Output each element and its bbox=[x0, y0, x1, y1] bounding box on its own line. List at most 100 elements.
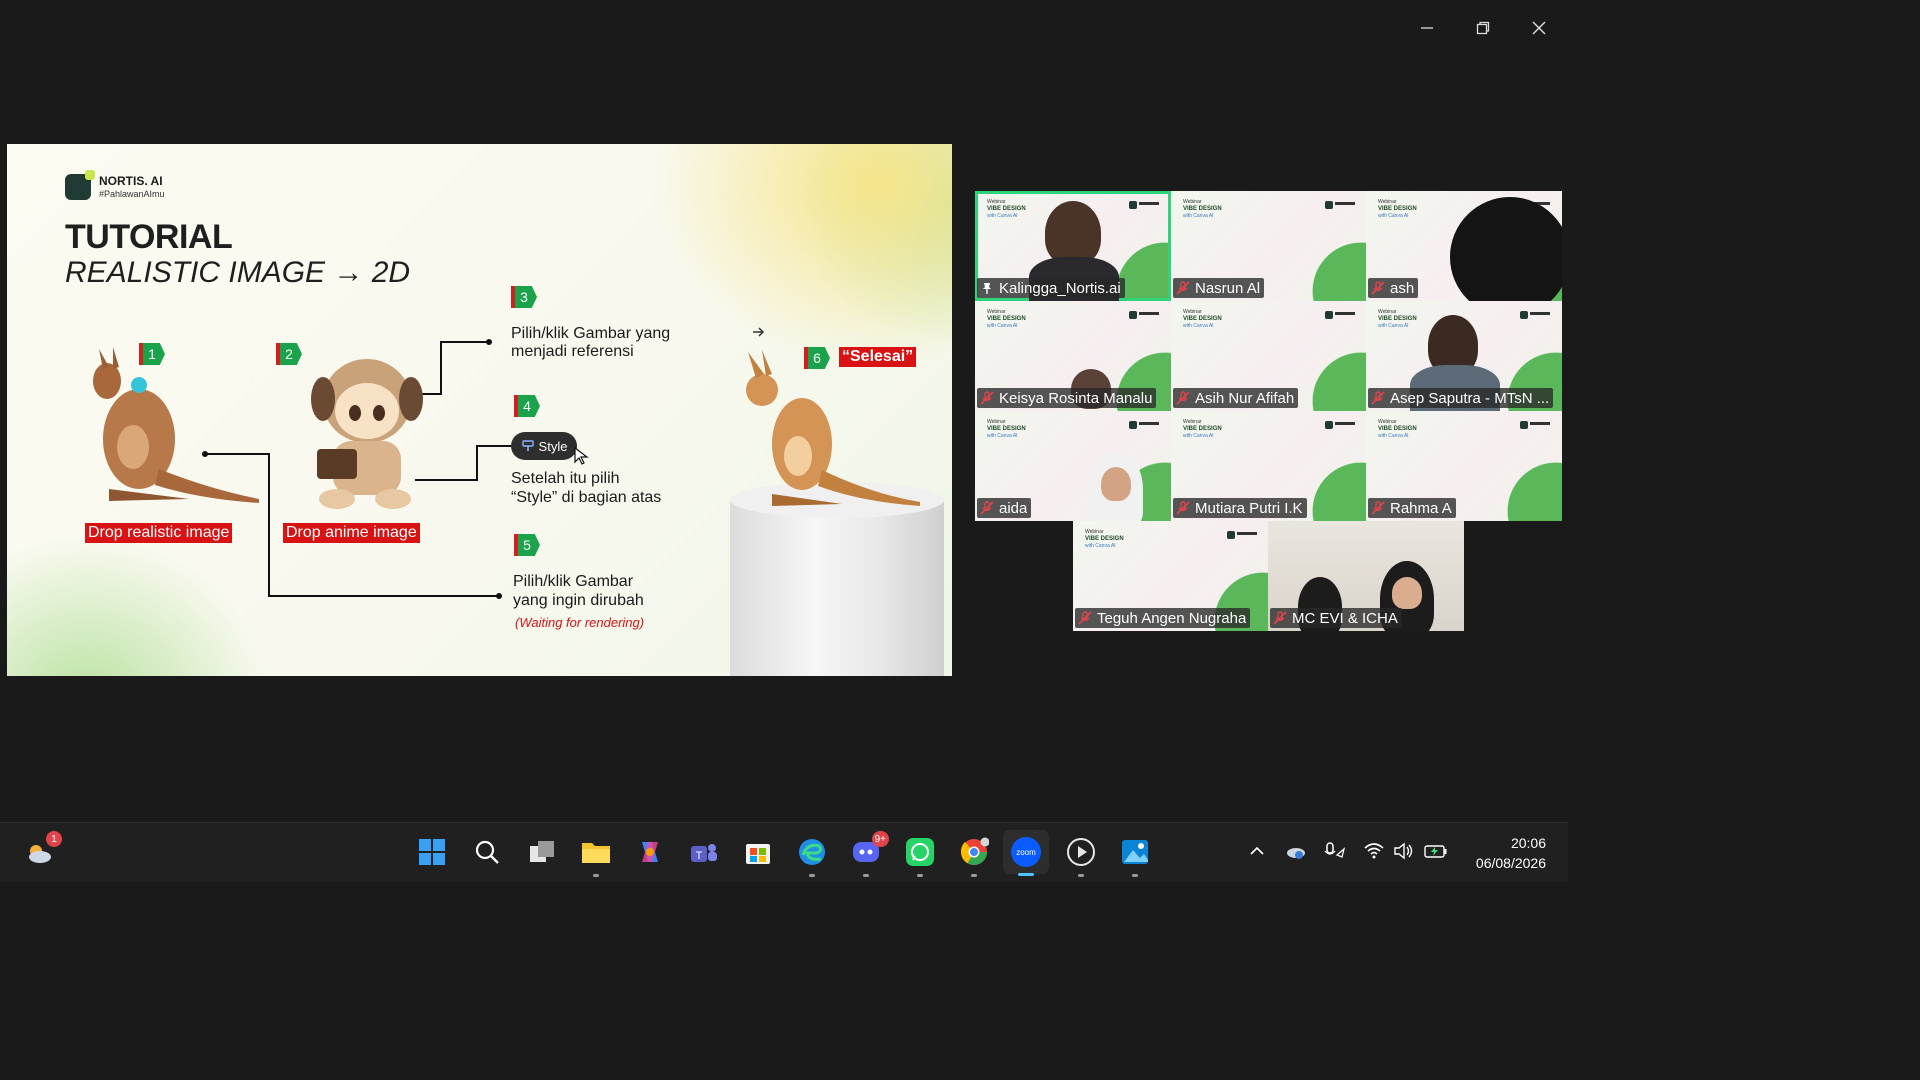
taskbar-file-explorer[interactable] bbox=[579, 835, 613, 877]
shared-screen: NORTIS. AI #PahlawanAImu TUTORIAL REALIS… bbox=[7, 144, 952, 676]
participant-video-face bbox=[1392, 577, 1422, 609]
task-view-button[interactable] bbox=[525, 835, 559, 869]
wifi-tray[interactable] bbox=[1362, 839, 1386, 863]
cursor-icon bbox=[574, 446, 589, 465]
mic-muted-icon bbox=[1176, 501, 1190, 515]
start-button[interactable] bbox=[415, 835, 449, 869]
battery-tray[interactable] bbox=[1424, 839, 1448, 863]
taskbar-store[interactable] bbox=[741, 835, 775, 869]
search-icon bbox=[475, 840, 499, 864]
style-button-label: Style bbox=[538, 438, 568, 454]
participant-tile[interactable]: Webinar VIBE DESIGN with Canva AI Mutiara … bbox=[1171, 411, 1367, 521]
participant-video bbox=[1045, 201, 1101, 265]
pedestal-image bbox=[730, 482, 944, 676]
nortis-logo-icon bbox=[1325, 201, 1355, 209]
taskbar-photos[interactable] bbox=[1118, 835, 1152, 877]
taskbar-whatsapp[interactable] bbox=[903, 835, 937, 877]
participant-tile[interactable]: Webinar VIBE DESIGN with Canva AI Asep Sap… bbox=[1366, 301, 1562, 411]
step-4-text-1: Setelah itu pilih bbox=[511, 470, 620, 487]
mic-muted-icon bbox=[980, 391, 994, 405]
mic-muted-icon bbox=[980, 501, 994, 515]
participant-tile[interactable]: MC EVI & ICHA bbox=[1268, 521, 1464, 631]
mic-muted-icon bbox=[1176, 281, 1190, 295]
svg-text:T: T bbox=[696, 850, 703, 862]
nortis-logo-icon bbox=[1129, 201, 1159, 209]
restore-icon bbox=[1476, 21, 1490, 35]
step-1-badge: 1 bbox=[139, 343, 165, 365]
teams-icon: T bbox=[691, 844, 717, 862]
participant-video-face bbox=[1101, 467, 1131, 501]
task-view-icon bbox=[530, 841, 554, 862]
mic-muted-icon bbox=[1371, 501, 1385, 515]
participant-video bbox=[1450, 197, 1562, 301]
nortis-logo-icon bbox=[1129, 311, 1159, 319]
participant-tile[interactable]: Webinar VIBE DESIGN with Canva AI Teguh An… bbox=[1073, 521, 1269, 631]
store-icon bbox=[746, 844, 770, 864]
step-3-text-1: Pilih/klik Gambar yang bbox=[511, 325, 671, 342]
volume-tray[interactable] bbox=[1392, 839, 1416, 863]
windows-start-icon bbox=[419, 839, 445, 865]
running-indicator bbox=[971, 874, 977, 877]
wifi-icon bbox=[1364, 843, 1384, 859]
running-indicator bbox=[593, 874, 599, 877]
photos-icon bbox=[1122, 840, 1148, 864]
taskbar-chrome[interactable] bbox=[957, 835, 991, 877]
participant-tile[interactable]: Webinar VIBE DESIGN with Canva AI Kalingga… bbox=[975, 191, 1171, 301]
participant-name-bar: Teguh Angen Nugraha bbox=[1075, 608, 1251, 628]
participant-tile[interactable]: Webinar VIBE DESIGN with Canva AI Rahma A bbox=[1366, 411, 1562, 521]
anime-character-image bbox=[311, 359, 423, 509]
step-5-badge: 5 bbox=[514, 534, 540, 556]
search-button[interactable] bbox=[470, 835, 504, 869]
mic-muted-icon bbox=[1371, 391, 1385, 405]
close-button[interactable] bbox=[1525, 14, 1553, 42]
participant-tile[interactable]: Webinar VIBE DESIGN with Canva AI Asih Nur… bbox=[1171, 301, 1367, 411]
onedrive-tray[interactable] bbox=[1284, 839, 1308, 863]
whatsapp-icon bbox=[906, 838, 934, 866]
nortis-logo-icon bbox=[1520, 311, 1550, 319]
running-indicator bbox=[809, 874, 815, 877]
microphone-in-use-tray[interactable] bbox=[1322, 839, 1346, 863]
folder-icon bbox=[582, 843, 610, 863]
nortis-logo-icon bbox=[1325, 421, 1355, 429]
mic-muted-icon bbox=[1176, 391, 1190, 405]
participant-tile[interactable]: Webinar VIBE DESIGN with Canva AI Nasrun A… bbox=[1171, 191, 1367, 301]
minimize-button[interactable] bbox=[1413, 14, 1441, 42]
pin-icon bbox=[983, 283, 991, 294]
nortis-logo-icon bbox=[1325, 311, 1355, 319]
label-drop-anime: Drop anime image bbox=[283, 523, 420, 543]
step-5-text-1: Pilih/klik Gambar bbox=[513, 573, 634, 590]
nortis-logo-icon bbox=[1520, 421, 1550, 429]
running-indicator bbox=[1018, 873, 1034, 876]
running-indicator bbox=[863, 874, 869, 877]
taskbar-edge[interactable] bbox=[795, 835, 829, 877]
participant-name-bar: Asih Nur Afifah bbox=[1173, 388, 1299, 408]
clock-date: 06/08/2026 bbox=[1475, 855, 1546, 871]
show-hidden-icons-button[interactable] bbox=[1245, 839, 1269, 863]
participant-name-bar: Asep Saputra - MTsN ... bbox=[1368, 388, 1554, 408]
nortis-logo-icon bbox=[1227, 531, 1257, 539]
step-4-badge: 4 bbox=[514, 395, 540, 417]
step-3-badge: 3 bbox=[511, 286, 537, 308]
play-icon bbox=[1067, 838, 1095, 866]
taskbar-clock[interactable]: 20:06 06/08/2026 bbox=[1476, 833, 1546, 873]
step-4-text-2: “Style” di bagian atas bbox=[511, 489, 662, 506]
participant-name-bar: ash bbox=[1368, 278, 1419, 298]
mic-muted-icon bbox=[1371, 281, 1385, 295]
participant-tile[interactable]: Webinar VIBE DESIGN with Canva AI Keisya R… bbox=[975, 301, 1171, 411]
restore-button[interactable] bbox=[1469, 14, 1497, 42]
taskbar: 1 T 9+ zoom 20:06 06/08/2026 bbox=[0, 822, 1568, 882]
taskbar-copilot[interactable] bbox=[633, 835, 667, 869]
step-2-badge: 2 bbox=[276, 343, 302, 365]
taskbar-teams[interactable]: T bbox=[687, 835, 721, 869]
taskbar-media-player[interactable] bbox=[1064, 835, 1098, 877]
waiting-for-rendering-text: (Waiting for rendering) bbox=[515, 615, 645, 630]
participant-tile[interactable]: Webinar VIBE DESIGN with Canva AI aida bbox=[975, 411, 1171, 521]
result-kangaroo-image bbox=[746, 350, 920, 506]
taskbar-discord[interactable]: 9+ bbox=[849, 831, 889, 877]
participant-name-bar: Rahma A bbox=[1368, 498, 1456, 518]
weather-widget[interactable]: 1 bbox=[22, 831, 62, 869]
edge-icon bbox=[799, 839, 825, 865]
running-indicator bbox=[917, 874, 923, 877]
participant-tile[interactable]: Webinar VIBE DESIGN with Canva AI ash bbox=[1366, 191, 1562, 301]
taskbar-zoom[interactable]: zoom bbox=[1003, 830, 1049, 876]
